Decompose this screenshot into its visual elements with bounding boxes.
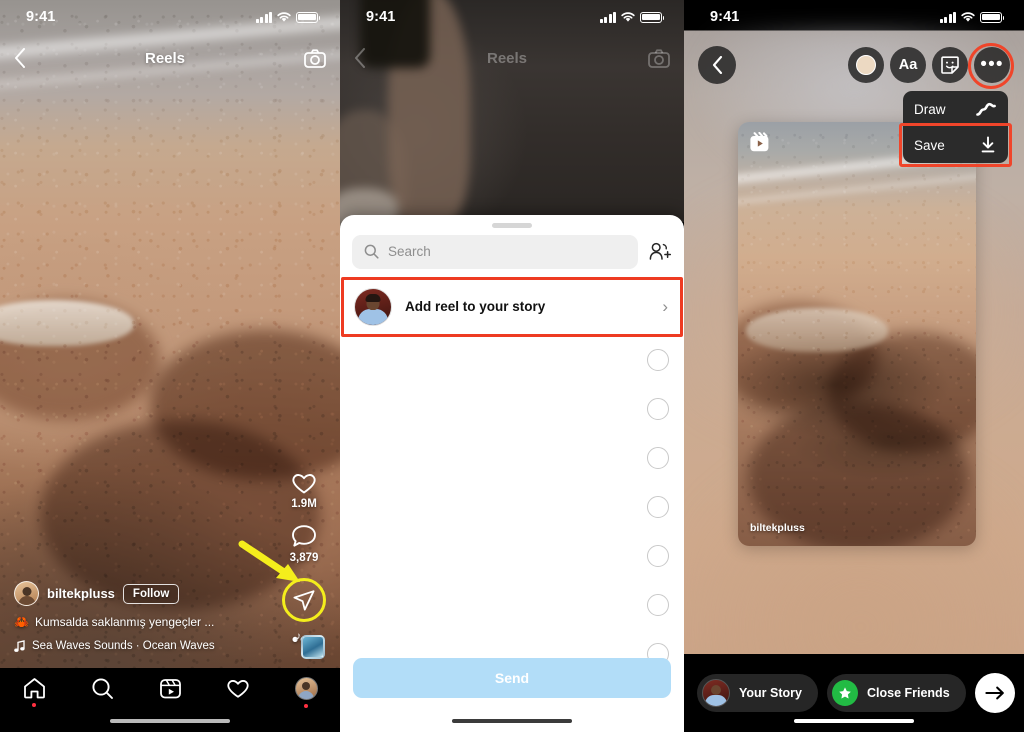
share-bottom-sheet: Add reel to your story › Send [340, 215, 684, 732]
list-item[interactable] [340, 433, 684, 482]
page-title: Reels [144, 49, 186, 67]
text-tool-label: Aa [898, 57, 918, 73]
search-icon [364, 244, 379, 259]
add-reel-to-story-row[interactable]: Add reel to your story › [340, 278, 684, 335]
color-picker-button[interactable] [848, 47, 884, 83]
panel-reels-viewer: 9:41 Reels 1.9M 3,879 biltekpluss Follow… [0, 0, 340, 732]
add-reel-to-story-label: Add reel to your story [405, 299, 546, 314]
select-circle[interactable] [647, 593, 669, 616]
more-options-button[interactable]: ••• [974, 47, 1010, 83]
reels-clapper-icon [159, 679, 181, 699]
reels-meta: biltekpluss Follow 🦀 Kumsalda saklanmış … [14, 581, 264, 652]
tab-profile[interactable] [283, 677, 329, 708]
menu-item-save[interactable]: Save [899, 123, 1012, 167]
next-button[interactable] [974, 673, 1015, 713]
select-circle[interactable] [647, 446, 669, 469]
three-panel-screenshot: 9:41 Reels 1.9M 3,879 biltekpluss Follow… [0, 0, 1024, 732]
like-action[interactable]: 1.9M [291, 471, 317, 510]
annotation-arrow [238, 538, 310, 593]
tab-search[interactable] [79, 677, 125, 700]
your-story-button[interactable]: Your Story [697, 674, 818, 712]
notification-dot [32, 703, 36, 707]
editor-tools: Aa ••• [848, 43, 1014, 89]
music-note-icon [14, 640, 25, 652]
username[interactable]: biltekpluss [47, 586, 115, 601]
more-horizontal-icon: ••• [980, 54, 1004, 75]
sticker-smiley-icon [941, 56, 959, 74]
media-card-username: biltekpluss [750, 522, 805, 534]
menu-item-label: Save [914, 137, 945, 153]
your-story-label: Your Story [739, 686, 802, 700]
menu-item-label: Draw [914, 101, 946, 117]
list-item[interactable] [340, 335, 684, 384]
list-item[interactable] [340, 531, 684, 580]
search-icon [91, 678, 113, 699]
tab-home[interactable] [11, 677, 57, 707]
audio-title: Sea Waves Sounds · Ocean Waves [32, 640, 215, 652]
avatar[interactable] [14, 581, 39, 606]
select-circle[interactable] [647, 397, 669, 420]
download-arrow-icon [981, 136, 995, 153]
add-people-icon[interactable] [648, 240, 672, 264]
tab-activity[interactable] [215, 677, 261, 699]
recipient-list [340, 335, 684, 665]
select-circle[interactable] [647, 544, 669, 567]
color-picker-icon [856, 55, 876, 75]
panel-story-editor: 9:41 Aa ••• Draw Save biltekpluss Your S… [684, 0, 1024, 732]
caption: 🦀 Kumsalda saklanmış yengeçler ... [14, 615, 264, 629]
menu-item-draw[interactable]: Draw [903, 91, 1008, 127]
list-item[interactable] [340, 482, 684, 531]
select-circle[interactable] [647, 495, 669, 518]
arrow-right-icon [985, 686, 1004, 700]
search-input[interactable] [388, 244, 626, 259]
like-count: 1.9M [291, 498, 317, 510]
text-tool-button[interactable]: Aa [890, 47, 926, 83]
sticker-button[interactable] [932, 47, 968, 83]
notification-dot [304, 704, 308, 708]
close-friends-label: Close Friends [866, 686, 950, 700]
list-item[interactable] [340, 580, 684, 629]
story-editor-toolbar: Aa ••• [684, 43, 1024, 89]
home-indicator [452, 718, 572, 723]
heart-icon [292, 474, 316, 494]
heart-icon [227, 680, 249, 698]
camera-icon[interactable] [648, 48, 670, 68]
story-media-card[interactable]: biltekpluss [738, 122, 976, 546]
camera-icon[interactable] [304, 48, 326, 68]
back-button[interactable] [698, 46, 736, 84]
close-friends-button[interactable]: Close Friends [826, 674, 966, 712]
add-to-story-wrap: Add reel to your story › [340, 276, 684, 337]
search-row [340, 228, 684, 277]
list-item[interactable] [340, 384, 684, 433]
avatar [354, 287, 392, 326]
follow-button[interactable]: Follow [122, 583, 180, 604]
panel-share-sheet: 9:41 Reels Search Add reel to your story… [340, 0, 684, 732]
reels-clapper-icon [749, 131, 770, 158]
chevron-right-icon: › [662, 296, 668, 316]
back-button[interactable] [354, 48, 366, 68]
reels-topbar: Reels [0, 40, 340, 76]
send-button[interactable]: Send [353, 658, 671, 698]
search-input-wrap[interactable] [352, 234, 638, 269]
more-options-menu: Draw Save [899, 91, 1012, 167]
home-indicator [110, 718, 230, 723]
page-title: Reels [486, 49, 528, 67]
squiggle-draw-icon [976, 102, 996, 116]
avatar [702, 679, 730, 707]
back-button[interactable] [14, 48, 26, 68]
audio-thumbnail[interactable] [301, 635, 325, 659]
sand-grain-texture [738, 122, 976, 546]
caption-text: Kumsalda saklanmış yengeçler ... [34, 615, 215, 629]
reels-topbar-dimmed: Reels [340, 40, 684, 76]
audio-row[interactable]: Sea Waves Sounds · Ocean Waves [14, 640, 264, 652]
profile-avatar-icon [294, 677, 318, 700]
home-indicator [794, 718, 914, 723]
select-circle[interactable] [647, 348, 669, 371]
user-row: biltekpluss Follow [14, 581, 264, 606]
home-icon [23, 678, 45, 699]
crab-emoji: 🦀 [14, 615, 29, 629]
tab-reels[interactable] [147, 677, 193, 700]
green-star-icon [831, 680, 858, 706]
